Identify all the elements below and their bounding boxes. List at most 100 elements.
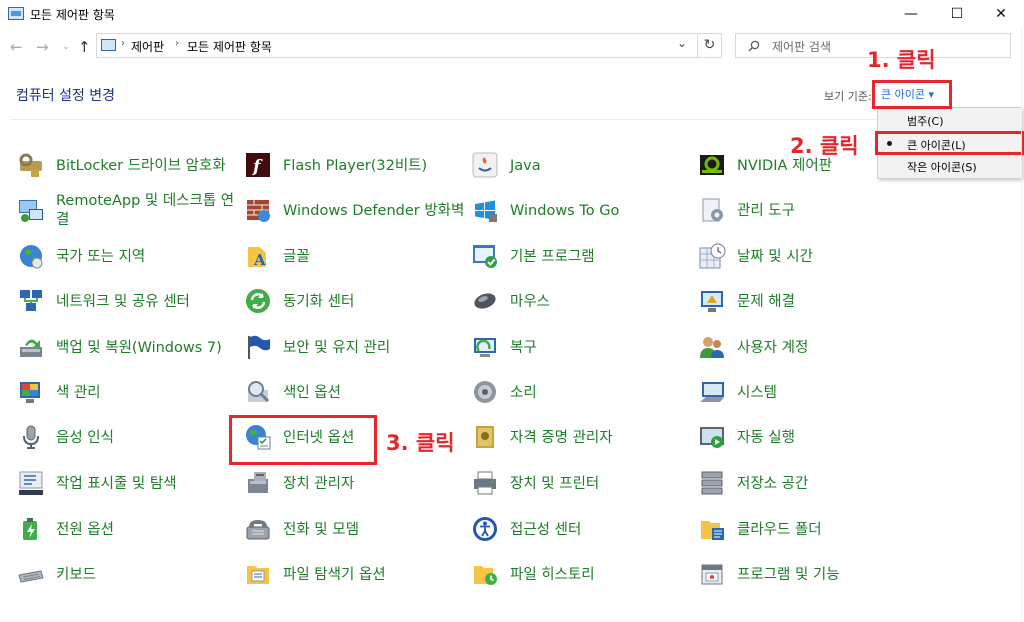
control-panel-item[interactable]: BitLocker 드라이브 암호화: [16, 144, 238, 188]
control-panel-item[interactable]: RemoteApp 및 데스크톱 연결: [16, 189, 238, 233]
credential-manager-icon: [470, 422, 500, 452]
minimize-button[interactable]: —: [888, 0, 934, 28]
control-panel-item-label: 글꼴: [283, 248, 310, 265]
control-panel-item[interactable]: Java: [470, 144, 692, 188]
breadcrumb-control-panel[interactable]: 제어판: [131, 38, 164, 55]
sound-icon: [470, 377, 500, 407]
control-panel-item[interactable]: 자격 증명 관리자: [470, 416, 692, 460]
nvidia-icon: [697, 150, 727, 180]
user-accounts-icon: [697, 332, 727, 362]
back-arrow-icon[interactable]: ←: [10, 38, 23, 56]
forward-arrow-icon[interactable]: →: [36, 38, 49, 56]
control-panel-item[interactable]: 색 관리: [16, 371, 238, 415]
control-panel-item[interactable]: A 글꼴: [243, 235, 465, 279]
breadcrumb-separator-icon[interactable]: ›: [175, 38, 179, 49]
control-panel-item[interactable]: 자동 실행: [697, 416, 919, 460]
control-panel-item-label: RemoteApp 및 데스크톱 연결: [56, 193, 235, 228]
control-panel-item[interactable]: f Flash Player(32비트): [243, 144, 465, 188]
address-bar[interactable]: › 제어판 › 모든 제어판 항목 ⌄: [96, 33, 698, 58]
control-panel-item[interactable]: 마우스: [470, 280, 692, 324]
security-flag-icon: [243, 332, 273, 362]
control-panel-item[interactable]: 시스템: [697, 371, 919, 415]
microphone-icon: [16, 422, 46, 452]
java-icon: [470, 150, 500, 180]
control-panel-item[interactable]: 보안 및 유지 관리: [243, 326, 465, 370]
control-panel-item[interactable]: 기본 프로그램: [470, 235, 692, 279]
control-panel-item-label: BitLocker 드라이브 암호화: [56, 157, 226, 174]
menu-item-small-icons[interactable]: 작은 아이콘(S): [878, 156, 1021, 176]
folder-options-icon: [243, 559, 273, 589]
control-panel-item[interactable]: 접근성 센터: [470, 508, 692, 552]
control-panel-item[interactable]: 네트워크 및 공유 센터: [16, 280, 238, 324]
control-panel-item-label: 프로그램 및 기능: [737, 566, 840, 583]
file-history-icon: [470, 559, 500, 589]
control-panel-item[interactable]: 장치 및 프린터: [470, 462, 692, 506]
control-panel-item[interactable]: 파일 히스토리: [470, 553, 692, 597]
control-panel-item-label: 클라우드 폴더: [737, 521, 822, 538]
control-panel-item-label: 키보드: [56, 566, 97, 583]
control-panel-item[interactable]: 날짜 및 시간: [697, 235, 919, 279]
control-panel-item-label: 백업 및 복원(Windows 7): [56, 339, 222, 356]
up-arrow-icon[interactable]: ↑: [78, 38, 91, 56]
control-panel-item[interactable]: 키보드: [16, 553, 238, 597]
fonts-icon: A: [243, 241, 273, 271]
control-panel-item[interactable]: 전원 옵션: [16, 508, 238, 552]
annotation-step-1: 1. 클릭: [867, 48, 936, 72]
autoplay-icon: [697, 422, 727, 452]
control-panel-item[interactable]: 음성 인식: [16, 416, 238, 460]
control-panel-item[interactable]: 저장소 공간: [697, 462, 919, 506]
annotation-step-3: 3. 클릭: [386, 431, 455, 455]
maximize-button[interactable]: ☐: [934, 0, 980, 28]
taskbar-icon: [16, 468, 46, 498]
devices-printers-icon: [470, 468, 500, 498]
address-dropdown-chevron-icon[interactable]: ⌄: [677, 36, 687, 50]
breadcrumb-all-items[interactable]: 모든 제어판 항목: [187, 38, 272, 55]
control-panel-item-label: 저장소 공간: [737, 475, 809, 492]
control-panel-item[interactable]: 소리: [470, 371, 692, 415]
control-panel-item-label: 보안 및 유지 관리: [283, 339, 391, 356]
device-manager-icon: [243, 468, 273, 498]
power-options-icon: [16, 514, 46, 544]
control-panel-item[interactable]: Windows Defender 방화벽: [243, 189, 465, 233]
control-panel-item[interactable]: 사용자 계정: [697, 326, 919, 370]
control-panel-item-label: 작업 표시줄 및 탐색: [56, 475, 177, 492]
control-panel-item-label: 사용자 계정: [737, 339, 809, 356]
firewall-icon: [243, 195, 273, 225]
control-panel-item-label: 자동 실행: [737, 429, 795, 446]
control-panel-item[interactable]: 클라우드 폴더: [697, 508, 919, 552]
close-button[interactable]: ✕: [978, 0, 1024, 28]
control-panel-item[interactable]: 프로그램 및 기능: [697, 553, 919, 597]
control-panel-item[interactable]: 장치 관리자: [243, 462, 465, 506]
date-time-icon: [697, 241, 727, 271]
control-panel-item[interactable]: 색인 옵션: [243, 371, 465, 415]
remoteapp-icon: [16, 195, 46, 225]
control-panel-item-label: 파일 탐색기 옵션: [283, 566, 386, 583]
control-panel-item[interactable]: 백업 및 복원(Windows 7): [16, 326, 238, 370]
control-panel-item[interactable]: Windows To Go: [470, 189, 692, 233]
recent-locations-chevron-icon[interactable]: ⌄: [62, 42, 70, 52]
control-panel-item[interactable]: 작업 표시줄 및 탐색: [16, 462, 238, 506]
default-programs-icon: [470, 241, 500, 271]
control-panel-item[interactable]: 복구: [470, 326, 692, 370]
control-panel-item-label: 접근성 센터: [510, 521, 582, 538]
control-panel-item[interactable]: 파일 탐색기 옵션: [243, 553, 465, 597]
control-panel-item-label: Windows To Go: [510, 202, 620, 219]
menu-item-label: 작은 아이콘(S): [907, 161, 977, 174]
control-panel-item[interactable]: 문제 해결: [697, 280, 919, 324]
control-panel-item[interactable]: 관리 도구: [697, 189, 919, 233]
flash-player-icon: f: [243, 150, 273, 180]
storage-spaces-icon: [697, 468, 727, 498]
breadcrumb-separator-icon[interactable]: ›: [121, 38, 125, 49]
control-panel-item[interactable]: 동기화 센터: [243, 280, 465, 324]
control-panel-item[interactable]: 전화 및 모뎀: [243, 508, 465, 552]
svg-text:A: A: [253, 251, 266, 269]
search-icon: [748, 40, 760, 52]
control-panel-item[interactable]: 국가 또는 지역: [16, 235, 238, 279]
control-panel-item-label: 네트워크 및 공유 센터: [56, 293, 190, 310]
refresh-button[interactable]: ↻: [697, 33, 722, 58]
refresh-icon: ↻: [703, 37, 716, 53]
view-by-label: 보기 기준:: [824, 90, 872, 103]
control-panel-item-label: 자격 증명 관리자: [510, 429, 613, 446]
menu-item-category[interactable]: 범주(C): [878, 110, 1021, 130]
page-title: 컴퓨터 설정 변경: [16, 88, 116, 104]
